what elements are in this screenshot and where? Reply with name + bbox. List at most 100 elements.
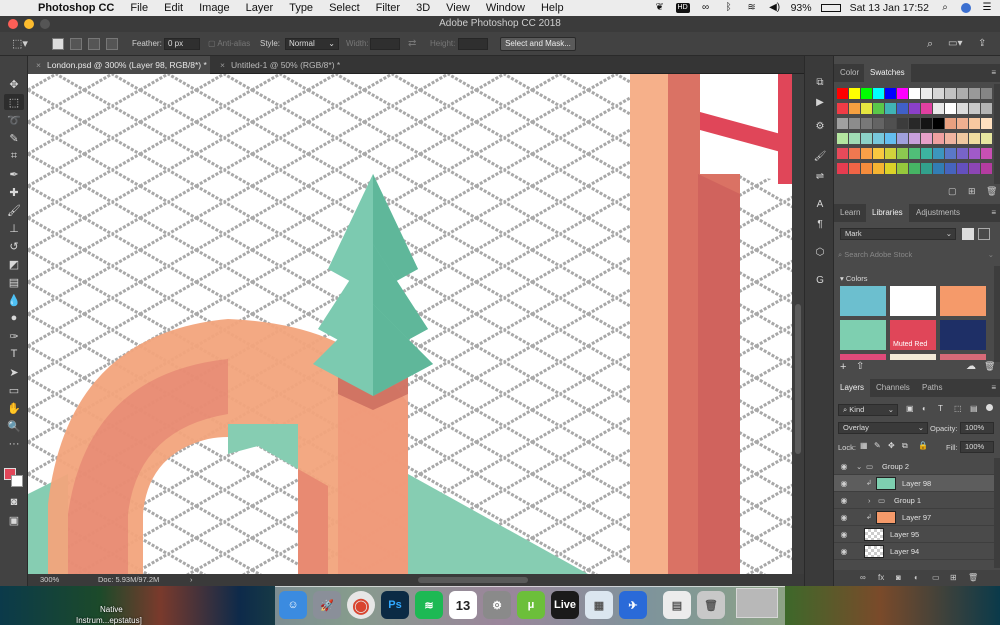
lock-pixels-icon[interactable]: ✎ — [874, 441, 881, 450]
lock-all-icon[interactable]: 🔒 — [918, 441, 928, 450]
list-view-icon[interactable] — [978, 228, 990, 240]
cloud-sync-icon[interactable]: ☁ — [966, 361, 976, 372]
swatch[interactable] — [921, 118, 932, 129]
scrollbar-thumb[interactable] — [795, 304, 801, 454]
swatch[interactable] — [861, 103, 872, 114]
swatch[interactable] — [945, 133, 956, 144]
swatch[interactable] — [945, 103, 956, 114]
more-tools-icon[interactable]: ··· — [4, 436, 24, 452]
wifi-icon[interactable]: ≋ — [745, 3, 759, 13]
brushes-icon[interactable]: 🖌 — [812, 150, 828, 164]
menu-app-name[interactable]: Photoshop CC — [30, 0, 122, 16]
stock-icon[interactable]: G — [812, 274, 828, 288]
swatch[interactable] — [837, 163, 848, 174]
eyedropper-tool-icon[interactable]: ✒ — [4, 166, 24, 182]
swatch[interactable] — [921, 133, 932, 144]
dock-xcode-app-icon[interactable]: ✈ — [619, 591, 647, 619]
bluetooth-icon[interactable]: ᛒ — [722, 3, 736, 13]
clock[interactable]: Sat 13 Jan 17:52 — [850, 2, 929, 14]
swatch[interactable] — [969, 88, 980, 99]
tab-learn[interactable]: Learn — [834, 204, 866, 222]
status-menu-icon[interactable]: › — [190, 574, 193, 586]
layer-row[interactable]: ◉ Layer 95 — [834, 526, 994, 543]
swatch[interactable] — [945, 148, 956, 159]
battery-icon[interactable] — [820, 4, 841, 12]
swatch[interactable] — [873, 118, 884, 129]
colors-section-header[interactable]: ▾ Colors — [840, 274, 868, 283]
quick-mask-icon[interactable]: ◙ — [4, 494, 24, 510]
actions-icon[interactable]: ▶ — [812, 96, 828, 110]
swatch[interactable] — [933, 133, 944, 144]
tab-untitled[interactable]: × Untitled-1 @ 50% (RGB/8*) * — [212, 56, 392, 74]
library-color-swatch[interactable] — [840, 286, 886, 316]
swatch[interactable] — [849, 133, 860, 144]
tab-color[interactable]: Color — [834, 64, 865, 82]
add-mask-icon[interactable]: ◙ — [896, 570, 901, 586]
delete-icon[interactable]: 🗑 — [986, 186, 997, 197]
swatch[interactable] — [885, 103, 896, 114]
swatch[interactable] — [957, 88, 968, 99]
swatch[interactable] — [897, 88, 908, 99]
width-input[interactable] — [370, 38, 400, 50]
lasso-tool-icon[interactable]: ➰ — [4, 112, 24, 128]
swatch[interactable] — [849, 103, 860, 114]
swatch[interactable] — [957, 103, 968, 114]
swatch[interactable] — [885, 148, 896, 159]
visibility-eye-icon[interactable]: ◉ — [839, 509, 849, 526]
swatch[interactable] — [873, 103, 884, 114]
grid-view-icon[interactable] — [962, 228, 974, 240]
new-group-icon[interactable]: ▭ — [932, 570, 940, 586]
panel-menu-icon[interactable]: ≡ — [991, 204, 996, 222]
screen-mode-icon[interactable]: ▣ — [4, 512, 24, 528]
new-folder-icon[interactable]: ▢ — [948, 186, 957, 197]
type-tool-icon[interactable]: T — [4, 346, 24, 362]
layers-scrollbar[interactable] — [994, 458, 1000, 568]
adjustment-layer-icon[interactable]: ◐ — [914, 570, 919, 586]
history-brush-tool-icon[interactable]: ↺ — [4, 238, 24, 254]
menu-help[interactable]: Help — [533, 0, 572, 16]
swatch[interactable] — [861, 88, 872, 99]
swatch[interactable] — [885, 88, 896, 99]
hand-tool-icon[interactable]: ✋ — [4, 400, 24, 416]
swatch[interactable] — [969, 148, 980, 159]
close-tab-icon[interactable]: × — [36, 60, 41, 70]
dock-utorrent-icon[interactable]: μ — [517, 591, 545, 619]
library-color-swatch[interactable] — [940, 354, 986, 360]
layer-row[interactable]: ◉ › ▭ Group 1 — [834, 492, 994, 509]
stock-search-field[interactable]: ⌕ Search Adobe Stock ⌄ — [838, 248, 994, 262]
visibility-eye-icon[interactable]: ◉ — [839, 543, 849, 560]
dock-photoshop-icon[interactable]: Ps — [381, 591, 409, 619]
add-content-icon[interactable]: + — [840, 361, 846, 373]
swatch[interactable] — [909, 163, 920, 174]
swatch[interactable] — [969, 163, 980, 174]
desktop-item-label-1[interactable]: Native — [100, 605, 123, 614]
swatch[interactable] — [909, 133, 920, 144]
swatch[interactable] — [981, 88, 992, 99]
swatch[interactable] — [969, 103, 980, 114]
panel-menu-icon[interactable]: ≡ — [991, 379, 996, 397]
swatch[interactable] — [861, 163, 872, 174]
tab-channels[interactable]: Channels — [870, 379, 916, 397]
filter-type-icon[interactable]: T — [938, 404, 943, 413]
workspace-icon[interactable]: ▭▾ — [948, 32, 962, 56]
blend-mode-select[interactable]: Overlay ⌄ — [838, 422, 928, 434]
evernote-icon[interactable]: ❦ — [653, 3, 667, 13]
swatch[interactable] — [897, 133, 908, 144]
swatch[interactable] — [933, 118, 944, 129]
upload-icon[interactable]: ⇧ — [856, 361, 864, 372]
select-and-mask-button[interactable]: Select and Mask... — [500, 37, 576, 51]
swatch[interactable] — [969, 133, 980, 144]
dock-finder-icon[interactable]: ☺ — [279, 591, 307, 619]
tab-swatches[interactable]: Swatches — [864, 64, 911, 82]
libraries-scrollbar[interactable] — [994, 266, 1000, 362]
style-select[interactable]: Normal ⌄ — [285, 38, 339, 50]
paragraph-icon[interactable]: ¶ — [812, 218, 828, 232]
dock-system-preferences-icon[interactable]: ⚙ — [483, 591, 511, 619]
character-icon[interactable]: A — [812, 198, 828, 212]
menu-view[interactable]: View — [438, 0, 478, 16]
brush-tool-icon[interactable]: 🖌 — [4, 202, 24, 218]
library-color-swatch[interactable] — [940, 286, 986, 316]
swap-dimensions-icon[interactable]: ⇄ — [408, 32, 416, 56]
library-color-swatch[interactable] — [890, 286, 936, 316]
swatch[interactable] — [981, 103, 992, 114]
